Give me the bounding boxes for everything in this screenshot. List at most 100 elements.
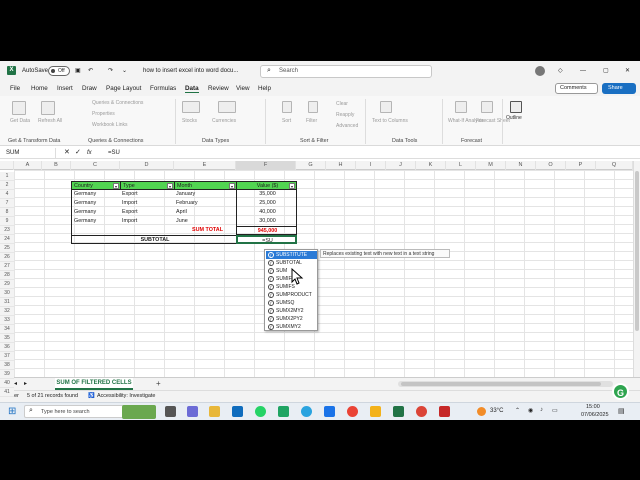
camtasia-icon[interactable]: [278, 406, 289, 417]
sheet-tab-active[interactable]: SUM OF FILTERED CELLS: [55, 378, 133, 390]
menu-view[interactable]: View: [236, 85, 250, 92]
minimize-icon[interactable]: —: [580, 66, 586, 76]
row-header[interactable]: 25: [0, 244, 14, 253]
close-icon[interactable]: ✕: [625, 66, 630, 76]
what-if-icon[interactable]: [455, 101, 467, 113]
next-sheet-icon[interactable]: ▸: [24, 380, 27, 387]
grammarly-icon[interactable]: G: [612, 383, 629, 400]
row-header[interactable]: 28: [0, 271, 14, 280]
menu-help[interactable]: Help: [258, 85, 271, 92]
autocomplete-item[interactable]: ƒ SUMX2MY2: [266, 307, 317, 315]
column-header[interactable]: N: [506, 161, 536, 170]
outlook-icon[interactable]: [232, 406, 243, 417]
table-cell[interactable]: Import: [120, 199, 175, 208]
menu-file[interactable]: File: [10, 85, 20, 92]
sum-total-value[interactable]: 945,000: [236, 226, 297, 235]
row-header[interactable]: 9: [0, 217, 14, 226]
currencies-label[interactable]: Currencies: [212, 118, 236, 124]
column-header[interactable]: H: [326, 161, 356, 170]
vertical-scrollbar[interactable]: [633, 161, 640, 377]
search-box[interactable]: ⌕ Search: [260, 65, 432, 78]
insert-function-icon[interactable]: fx: [87, 148, 92, 158]
table-cell[interactable]: Germany: [71, 190, 121, 199]
autocomplete-item[interactable]: ƒ SUBSTITUTE: [266, 251, 317, 259]
autocomplete-item[interactable]: ƒ SUBTOTAL: [266, 259, 317, 267]
row-header[interactable]: 32: [0, 307, 14, 316]
row-header[interactable]: 1: [0, 172, 14, 181]
whatsapp-icon[interactable]: [255, 406, 266, 417]
text-to-columns-icon[interactable]: [380, 101, 392, 113]
enter-icon[interactable]: ✓: [75, 148, 81, 158]
column-header[interactable]: Q: [596, 161, 633, 170]
active-cell-editing[interactable]: =SU: [236, 235, 297, 244]
task-view-icon[interactable]: [165, 406, 176, 417]
restore-icon[interactable]: ▢: [603, 66, 609, 76]
column-header[interactable]: B: [42, 161, 71, 170]
row-header[interactable]: 34: [0, 325, 14, 334]
table-cell[interactable]: January: [174, 190, 237, 199]
row-header[interactable]: 7: [0, 199, 14, 208]
column-header[interactable]: J: [386, 161, 416, 170]
column-header[interactable]: E: [174, 161, 236, 170]
stocks-icon[interactable]: [182, 101, 200, 113]
menu-insert[interactable]: Insert: [57, 85, 73, 92]
recorder-icon[interactable]: [439, 406, 450, 417]
tray-chevron-icon[interactable]: ⌃: [515, 407, 520, 414]
autocomplete-item[interactable]: ƒ SUMPRODUCT: [266, 291, 317, 299]
column-header[interactable]: I: [356, 161, 386, 170]
table-cell[interactable]: 25,000: [236, 199, 297, 208]
undo-icon[interactable]: ↶: [88, 66, 93, 76]
row-header[interactable]: 23: [0, 226, 14, 235]
copilot-icon[interactable]: [187, 406, 198, 417]
filter-dropdown-icon[interactable]: ▾: [113, 183, 119, 189]
row-header[interactable]: 4: [0, 190, 14, 199]
row-header[interactable]: 29: [0, 280, 14, 289]
row-header[interactable]: 37: [0, 352, 14, 361]
file-explorer-icon[interactable]: [209, 406, 220, 417]
menu-page-layout[interactable]: Page Layout: [106, 85, 141, 92]
header-value[interactable]: Value ($) ▾: [236, 181, 297, 190]
get-data-icon[interactable]: [12, 101, 26, 115]
diamond-icon[interactable]: ◇: [558, 66, 563, 76]
cancel-icon[interactable]: ✕: [64, 148, 70, 158]
column-header[interactable]: O: [536, 161, 566, 170]
table-cell[interactable]: Germany: [71, 217, 121, 226]
row-header[interactable]: 26: [0, 253, 14, 262]
row-header[interactable]: 24: [0, 235, 14, 244]
filter-dropdown-icon[interactable]: ▾: [167, 183, 173, 189]
autosave-toggle[interactable]: Off: [48, 66, 70, 76]
table-cell[interactable]: Export: [120, 208, 175, 217]
avatar[interactable]: [535, 66, 545, 76]
column-header[interactable]: D: [120, 161, 174, 170]
network-icon[interactable]: ◉: [528, 407, 533, 414]
formula-input[interactable]: =SU: [108, 148, 120, 158]
column-header[interactable]: M: [476, 161, 506, 170]
menu-data[interactable]: Data: [185, 85, 199, 93]
header-month[interactable]: Month ▾: [174, 181, 237, 190]
outline-label[interactable]: Outline: [506, 115, 522, 121]
save-icon[interactable]: ▣: [75, 66, 81, 76]
app-icon[interactable]: [324, 406, 335, 417]
redo-icon[interactable]: ↷: [108, 66, 113, 76]
menu-review[interactable]: Review: [208, 85, 229, 92]
battery-icon[interactable]: ▭: [552, 407, 558, 414]
queries-connections-item[interactable]: Queries & Connections: [92, 100, 143, 106]
filter-label[interactable]: Filter: [306, 118, 317, 124]
windows-start-icon[interactable]: ⊞: [8, 406, 16, 417]
workbook-links-item[interactable]: Workbook Links: [92, 122, 127, 128]
table-cell[interactable]: 30,000: [236, 217, 297, 226]
row-header[interactable]: 8: [0, 208, 14, 217]
column-header[interactable]: A: [14, 161, 42, 170]
forecast-sheet-icon[interactable]: [481, 101, 493, 113]
sort-icon[interactable]: [282, 101, 292, 113]
filter-dropdown-icon[interactable]: ▾: [229, 183, 235, 189]
comments-button[interactable]: Comments: [555, 83, 598, 94]
column-header[interactable]: L: [446, 161, 476, 170]
properties-item[interactable]: Properties: [92, 111, 115, 117]
clear-item[interactable]: Clear: [336, 101, 348, 107]
filter-icon[interactable]: [308, 101, 318, 113]
column-header[interactable]: F: [236, 161, 296, 170]
subtotal-label[interactable]: SUBTOTAL: [71, 235, 237, 244]
autocomplete-item[interactable]: ƒ SUMSQ: [266, 299, 317, 307]
reapply-item[interactable]: Reapply: [336, 112, 354, 118]
